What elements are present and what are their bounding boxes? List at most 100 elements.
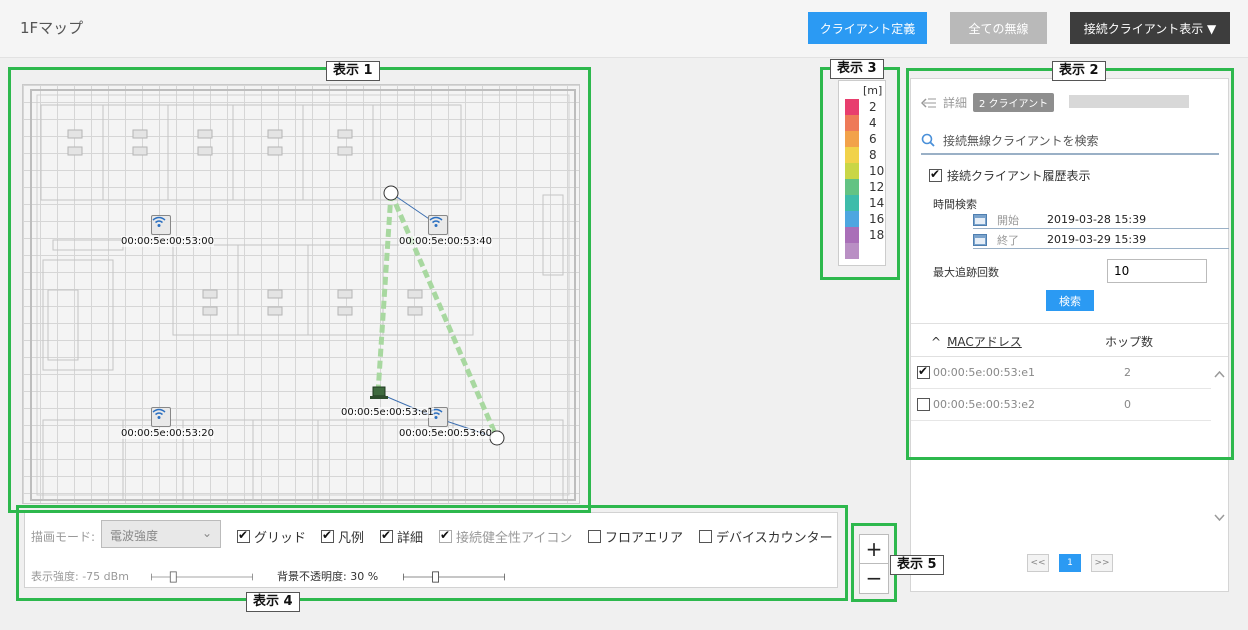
legend-unit: [m] (863, 84, 883, 97)
name-placeholder-bar (1069, 95, 1189, 108)
legend-value: 18 (869, 228, 885, 242)
legend-value: 8 (869, 148, 877, 162)
ap-label: 00:00:5e:00:53:20 (121, 428, 214, 439)
grid-label: グリッド (254, 531, 307, 546)
legend-swatch (845, 243, 859, 259)
history-label: 接続クライアント履歴表示 (947, 169, 1091, 183)
legend-row: 12 (845, 179, 885, 195)
access-point-icon[interactable] (428, 215, 448, 235)
all-wireless-button[interactable]: 全ての無線 (950, 12, 1047, 44)
legend-swatch (845, 227, 859, 243)
legend-value: 12 (869, 180, 885, 194)
legend-value: 14 (869, 196, 885, 210)
row-mac: 00:00:5e:00:53:e2 (933, 398, 1036, 411)
calendar-icon (973, 234, 987, 246)
ap-label: 00:00:5e:00:53:40 (399, 236, 492, 247)
collapse-icon[interactable] (921, 97, 937, 109)
strength-slider-handle[interactable] (169, 571, 177, 583)
legend-value: 10 (869, 164, 885, 178)
client-search-input[interactable]: 接続無線クライアントを検索 (921, 127, 1219, 155)
first-page-button[interactable]: << (1027, 554, 1049, 572)
max-trace-label: 最大追跡回数 (933, 266, 999, 279)
connected-clients-dropdown[interactable]: 接続クライアント表示 ▼ (1070, 12, 1230, 44)
scroll-up-icon[interactable] (1214, 370, 1225, 378)
history-toggle[interactable]: 接続クライアント履歴表示 (929, 167, 1091, 184)
legend-value: 4 (869, 116, 877, 130)
row-checkbox[interactable] (917, 398, 930, 411)
zoom-out-button[interactable]: − (860, 563, 888, 591)
floor-map[interactable]: 00:00:5e:00:53:00 00:00:5e:00:53:40 00:0… (22, 84, 580, 504)
opacity-slider-handle[interactable] (432, 571, 439, 583)
hops-column-header[interactable]: ホップ数 (1105, 333, 1153, 350)
legend-value: 2 (869, 100, 877, 114)
table-row[interactable]: 00:00:5e:00:53:e2 0 (911, 389, 1211, 421)
grid-toggle[interactable]: グリッド (237, 527, 306, 546)
legend-row: 18 (845, 227, 885, 243)
detail-checkbox[interactable] (380, 528, 393, 543)
grid-checkbox[interactable] (237, 528, 250, 543)
row-hops: 2 (1124, 366, 1131, 379)
draw-mode-select[interactable]: 電波強度 ⌄ (101, 520, 221, 548)
legend-label: 凡例 (338, 531, 365, 546)
callout-label-4: 表示 4 (246, 592, 300, 612)
table-scrollbar[interactable] (1211, 357, 1228, 539)
detail-toggle[interactable]: 詳細 (380, 527, 423, 546)
table-row[interactable]: 00:00:5e:00:53:e1 2 (911, 357, 1211, 389)
legend-row: 4 (845, 115, 885, 131)
wifi-icon (429, 216, 443, 227)
wifi-icon (152, 216, 166, 227)
access-point-icon[interactable] (151, 407, 171, 427)
end-value: 2019-03-29 15:39 (1047, 233, 1147, 246)
device-counter-checkbox[interactable] (699, 530, 712, 543)
ap-label: 00:00:5e:00:53:60 (399, 428, 492, 439)
mac-column-header[interactable]: ^ MACアドレス (931, 333, 1022, 350)
search-placeholder: 接続無線クライアントを検索 (943, 133, 1099, 148)
client-label: 00:00:5e:00:53:e1 (341, 407, 434, 418)
current-page[interactable]: 1 (1059, 554, 1081, 572)
wifi-icon (152, 408, 166, 419)
end-label: 終了 (997, 233, 1019, 247)
scroll-down-icon[interactable] (1214, 514, 1225, 522)
define-client-button[interactable]: クライアント定義 (808, 12, 927, 44)
search-icon (921, 133, 935, 147)
floor-area-toggle[interactable]: フロアエリア (588, 527, 683, 546)
opacity-slider[interactable] (393, 571, 515, 583)
callout-label-1: 表示 1 (326, 61, 380, 81)
floor-area-label: フロアエリア (605, 531, 684, 546)
floor-area-checkbox[interactable] (588, 530, 601, 543)
legend-value: 6 (869, 132, 877, 146)
device-counter-toggle[interactable]: デバイスカウンター (699, 527, 833, 546)
calendar-icon (973, 214, 987, 226)
laptop-icon[interactable] (370, 386, 388, 400)
legend-swatch (845, 115, 859, 131)
end-date-field[interactable]: 終了 2019-03-29 15:39 (973, 231, 1229, 249)
zoom-controls: + − (859, 534, 889, 594)
max-trace-input[interactable] (1107, 259, 1207, 283)
legend-swatch (845, 99, 859, 115)
opacity-label: 背景不透明度: 30 % (277, 570, 379, 583)
panel-header: 詳細 2 クライアント (921, 93, 1055, 112)
legend-row (845, 243, 885, 259)
row-checkbox[interactable] (917, 364, 930, 379)
start-label: 開始 (997, 213, 1019, 227)
callout-label-2: 表示 2 (1052, 61, 1106, 81)
legend-row: 6 (845, 131, 885, 147)
chevron-down-icon: ⌄ (201, 526, 212, 540)
legend-swatch (845, 147, 859, 163)
start-date-field[interactable]: 開始 2019-03-28 15:39 (973, 211, 1229, 229)
health-icon-checkbox (439, 528, 452, 543)
next-page-button[interactable]: >> (1091, 554, 1113, 572)
legend-swatch (845, 179, 859, 195)
history-checkbox[interactable] (929, 167, 942, 182)
legend-checkbox[interactable] (321, 528, 334, 543)
detail-label: 詳細 (397, 531, 424, 546)
search-button[interactable]: 検索 (1046, 290, 1094, 311)
legend-toggle[interactable]: 凡例 (321, 527, 364, 546)
access-point-icon[interactable] (151, 215, 171, 235)
row-mac: 00:00:5e:00:53:e1 (933, 366, 1036, 379)
strength-slider[interactable] (141, 571, 263, 583)
client-detail-panel: 詳細 2 クライアント 接続無線クライアントを検索 接続クライアント履歴表示 時… (910, 78, 1229, 592)
zoom-in-button[interactable]: + (860, 535, 888, 563)
legend-row: 14 (845, 195, 885, 211)
strength-label: 表示強度: -75 dBm (31, 570, 129, 583)
